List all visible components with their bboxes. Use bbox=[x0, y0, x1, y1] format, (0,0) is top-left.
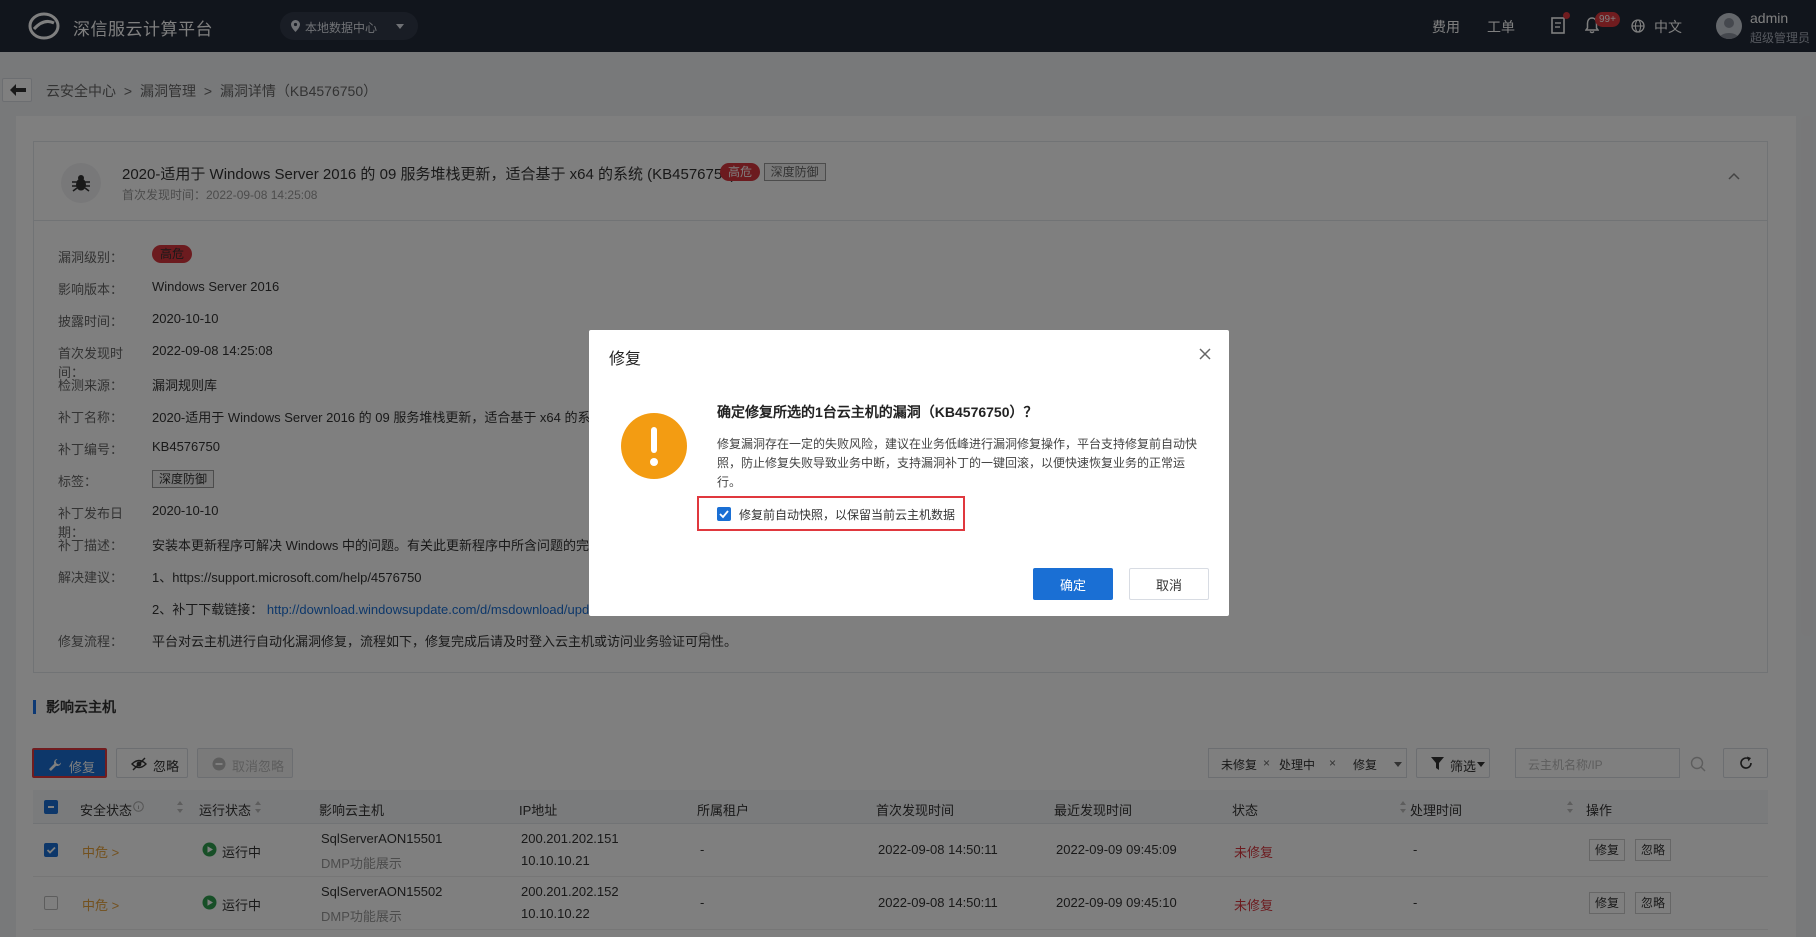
cancel-button[interactable]: 取消 bbox=[1129, 568, 1209, 600]
page-scrollbar[interactable] bbox=[1801, 116, 1813, 636]
confirm-button[interactable]: 确定 bbox=[1033, 568, 1113, 600]
dialog-title: 修复 bbox=[609, 351, 642, 368]
checkmark-icon bbox=[719, 510, 729, 519]
repair-confirm-dialog: 修复 确定修复所选的1台云主机的漏洞（KB4576750）？ 修复漏洞存在一定的… bbox=[589, 330, 1229, 616]
snapshot-checkbox[interactable] bbox=[717, 507, 731, 521]
dialog-question: 确定修复所选的1台云主机的漏洞（KB4576750）？ bbox=[717, 404, 1038, 420]
warning-icon bbox=[621, 413, 687, 479]
snapshot-checkbox-label[interactable]: 修复前自动快照，以保留当前云主机数据 bbox=[739, 506, 955, 523]
close-icon[interactable] bbox=[1199, 348, 1211, 360]
dialog-description: 修复漏洞存在一定的失败风险，建议在业务低峰进行漏洞修复操作，平台支持修复前自动快… bbox=[717, 437, 1198, 489]
